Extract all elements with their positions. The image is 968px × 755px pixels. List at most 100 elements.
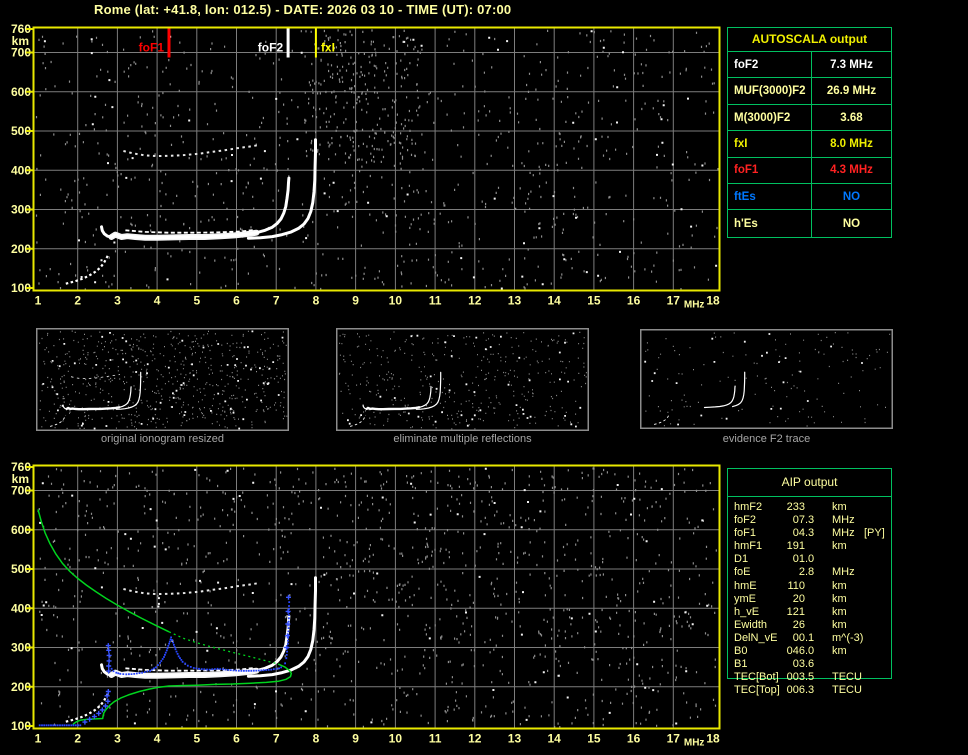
- aip-rows: hmF2 233 km foF2 07.3 MHz foF1 04.3 MHz [PY] hmF1 1…: [727, 501, 892, 697]
- aip-param-value-frac: .3: [805, 684, 815, 697]
- svg-text:7: 7: [273, 732, 280, 746]
- svg-text:6: 6: [233, 732, 240, 746]
- aip-row: hmE 110 km: [727, 580, 892, 593]
- svg-text:15: 15: [587, 732, 601, 746]
- svg-text:5: 5: [193, 732, 200, 746]
- aip-param-value-int: 01: [792, 553, 805, 566]
- autoscala-param-label: M(3000)F2: [728, 104, 812, 131]
- plot-border: [32, 26, 721, 292]
- speckle-noise: [644, 332, 891, 427]
- aip-param-unit: km: [832, 592, 847, 605]
- thumbnail-original-ionogram: [36, 328, 289, 431]
- aip-param-label: foE: [734, 566, 751, 579]
- aip-param-value-int: 07: [792, 514, 805, 527]
- aip-row: ymE 20 km: [727, 593, 892, 606]
- aip-param-value-int: 233: [786, 501, 805, 513]
- svg-text:15: 15: [587, 294, 601, 308]
- aip-param-value-int: 03: [792, 658, 805, 671]
- svg-text:2: 2: [74, 294, 81, 308]
- aip-param-label: hmF1: [734, 540, 763, 553]
- plot-border: [336, 328, 589, 431]
- svg-text:12: 12: [468, 732, 482, 746]
- thumbnail-label-evidence: evidence F2 trace: [722, 433, 811, 445]
- thumbnail-evidence-f2-trace: [640, 329, 893, 429]
- autoscala-param-value: 3.68: [840, 111, 863, 124]
- aip-row: h_vE 121 km: [727, 606, 892, 619]
- svg-text:12: 12: [468, 294, 482, 308]
- svg-text:18: 18: [706, 732, 720, 746]
- aip-row: hmF1 191 km: [727, 540, 892, 553]
- aip-param-value-frac: .6: [805, 658, 815, 671]
- svg-text:14: 14: [547, 294, 561, 308]
- aip-param-label: foF1: [734, 527, 757, 540]
- autoscala-param-label: fxI: [728, 131, 812, 157]
- svg-text:16: 16: [627, 294, 641, 308]
- restored-trace-points: [38, 594, 291, 727]
- autoscala-param-label: foF1: [728, 157, 812, 184]
- autoscala-param-value: 26.9 MHz: [826, 85, 877, 98]
- aip-param-value-int: 26: [792, 618, 805, 631]
- thumbnail-label-original: original ionogram resized: [101, 433, 224, 445]
- svg-text:10: 10: [389, 294, 403, 308]
- svg-text:foF1: foF1: [139, 41, 165, 55]
- autoscala-output-panel: AUTOSCALA output foF2 7.3 MHz MUF(3000)F2 2…: [727, 27, 892, 238]
- autoscala-param-value: 7.3 MHz: [830, 58, 873, 71]
- plot-border: [36, 328, 289, 431]
- autoscala-param-label: MUF(3000)F2: [728, 78, 812, 104]
- aip-param-unit: m^(-3): [832, 631, 864, 644]
- aip-param-unit: km: [832, 540, 847, 553]
- aip-param-value-int: 003: [786, 671, 805, 684]
- autoscala-row: fxI 8.0 MHz: [728, 131, 891, 158]
- plot-border: [32, 464, 721, 730]
- svg-text:17: 17: [667, 732, 681, 746]
- aip-param-label: hmF2: [734, 501, 763, 513]
- svg-text:8: 8: [313, 294, 320, 308]
- aip-panel-title: AIP output: [728, 469, 891, 497]
- aip-param-value-frac: .0: [805, 553, 815, 566]
- svg-text:4: 4: [154, 732, 161, 746]
- aip-param-label: D1: [734, 553, 749, 566]
- aip-param-value-int: 046: [786, 645, 805, 658]
- autoscala-panel-title: AUTOSCALA output: [728, 28, 891, 52]
- aip-row: foE 2.8 MHz: [727, 566, 892, 579]
- svg-text:MHz: MHz: [684, 300, 705, 311]
- echo-traces: [65, 138, 317, 285]
- aip-param-value-int: 191: [786, 540, 805, 553]
- svg-text:3: 3: [114, 732, 121, 746]
- svg-text:8: 8: [313, 732, 320, 746]
- electron-density-profile: [37, 509, 293, 726]
- aip-row: B0 046.0 km: [727, 645, 892, 658]
- autoscala-row: foF2 7.3 MHz: [728, 52, 891, 79]
- aip-row: hmF2 233 km: [727, 501, 892, 514]
- aip-param-unit: km: [832, 579, 847, 592]
- thumbnail-label-eliminate: eliminate multiple reflections: [393, 433, 532, 445]
- svg-text:11: 11: [429, 732, 442, 746]
- autoscala-row: M(3000)F2 3.68: [728, 104, 891, 132]
- svg-text:14: 14: [547, 732, 561, 746]
- aip-param-value-frac: .1: [805, 631, 815, 644]
- svg-text:17: 17: [667, 294, 681, 308]
- speckle-noise: [39, 330, 288, 430]
- autoscala-param-value: 4.3 MHz: [830, 164, 873, 177]
- autoscala-param-value: 8.0 MHz: [830, 137, 873, 150]
- aip-param-label: B0: [734, 645, 748, 658]
- aip-row: Ewidth 26 km: [727, 619, 892, 632]
- speckle-noise: [338, 331, 587, 430]
- autoscala-param-label: h'Es: [728, 210, 812, 237]
- aip-param-label: h_vE: [734, 605, 760, 618]
- aip-param-value-frac: .3: [805, 514, 815, 527]
- autoscala-row: MUF(3000)F2 26.9 MHz: [728, 78, 891, 105]
- aip-param-unit: MHz: [832, 527, 855, 540]
- thumbnail-eliminate-reflections: [336, 328, 589, 431]
- aip-param-value-frac: .0: [805, 645, 815, 658]
- aip-param-value-frac: .5: [805, 671, 815, 684]
- aip-param-unit: MHz: [832, 566, 855, 579]
- aip-param-value-int: 121: [786, 605, 805, 618]
- aip-param-note: [PY]: [864, 527, 885, 540]
- aip-param-label: B1: [734, 658, 748, 671]
- autoscala-row: foF1 4.3 MHz: [728, 157, 891, 185]
- svg-text:1: 1: [35, 294, 42, 308]
- aip-row: TEC[Top] 006.3 TECU: [727, 684, 892, 697]
- speckle-noise: [37, 467, 717, 729]
- echo-traces: [65, 576, 317, 723]
